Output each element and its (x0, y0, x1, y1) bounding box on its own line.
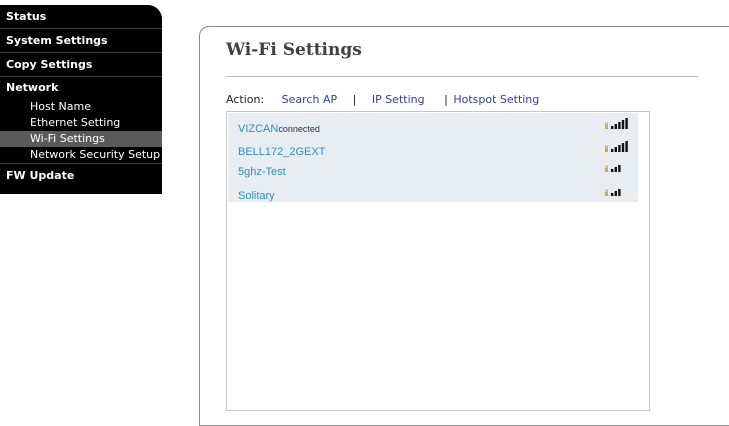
action-separator: | (352, 93, 357, 106)
ap-name: Solitary (238, 190, 275, 202)
sidebar-item-ethernet-setting[interactable]: Ethernet Setting (0, 115, 162, 131)
search-ap-link[interactable]: Search AP (282, 93, 337, 106)
signal-bar (618, 145, 621, 152)
page-title: Wi-Fi Settings (226, 40, 362, 60)
access-point-item[interactable]: BELL172_2GEXT (238, 140, 633, 158)
wifi-signal-icon (605, 189, 621, 196)
sidebar-item-network-security-setup[interactable]: Network Security Setup (0, 147, 162, 163)
signal-bar (614, 167, 617, 172)
access-point-list-box[interactable]: VIZCANconnected BELL172_2GEXT 5ghz-Test … (226, 111, 650, 411)
signal-bar (618, 122, 621, 129)
lock-icon (605, 192, 608, 196)
access-point-item[interactable]: 5ghz-Test (238, 160, 633, 178)
sidebar-item-system-settings[interactable]: System Settings (0, 29, 162, 53)
sidebar-item-status[interactable]: Status (0, 5, 162, 29)
signal-bar (618, 189, 621, 196)
signal-bar (611, 149, 614, 152)
access-point-list: VIZCANconnected BELL172_2GEXT 5ghz-Test … (228, 113, 638, 202)
signal-bar (618, 165, 621, 172)
ap-name: VIZCAN (238, 123, 279, 135)
sidebar-item-fw-update[interactable]: FW Update (0, 163, 162, 187)
action-bar: Action: Search AP | IP Setting | Hotspot… (226, 93, 539, 106)
signal-bar (625, 141, 628, 152)
ap-name: BELL172_2GEXT (238, 146, 326, 158)
title-divider (226, 76, 698, 77)
action-label: Action: (226, 93, 265, 106)
wifi-signal-icon (605, 141, 628, 152)
sidebar-menu: Status System Settings Copy Settings Net… (0, 5, 162, 194)
signal-bar (625, 118, 628, 129)
sidebar-item-network[interactable]: Network (0, 77, 162, 99)
ap-status: connected (278, 124, 320, 134)
signal-bar (621, 143, 625, 152)
lock-shackle (605, 122, 608, 126)
lock-icon (605, 148, 608, 152)
signal-bar (611, 126, 614, 129)
wifi-signal-icon (605, 165, 621, 172)
access-point-item[interactable]: VIZCANconnected (238, 117, 633, 135)
lock-icon (605, 168, 608, 172)
signal-bar (614, 124, 617, 129)
signal-bar (614, 147, 617, 152)
sidebar-item-copy-settings[interactable]: Copy Settings (0, 53, 162, 77)
sidebar-item-wifi-settings[interactable]: Wi-Fi Settings (0, 131, 162, 147)
hotspot-setting-link[interactable]: Hotspot Setting (453, 93, 539, 106)
signal-bar (611, 169, 614, 172)
sidebar-item-host-name[interactable]: Host Name (0, 99, 162, 115)
lock-shackle (605, 145, 608, 149)
signal-bar (611, 193, 614, 196)
lock-icon (605, 125, 608, 129)
wifi-signal-icon (605, 118, 628, 129)
action-separator: | (444, 93, 448, 106)
lock-shackle (605, 165, 608, 169)
signal-bar (621, 120, 625, 129)
ap-name: 5ghz-Test (238, 166, 286, 178)
access-point-item[interactable]: Solitary (238, 184, 633, 202)
ip-setting-link[interactable]: IP Setting (372, 93, 425, 106)
signal-bar (614, 191, 617, 196)
lock-shackle (605, 189, 608, 193)
